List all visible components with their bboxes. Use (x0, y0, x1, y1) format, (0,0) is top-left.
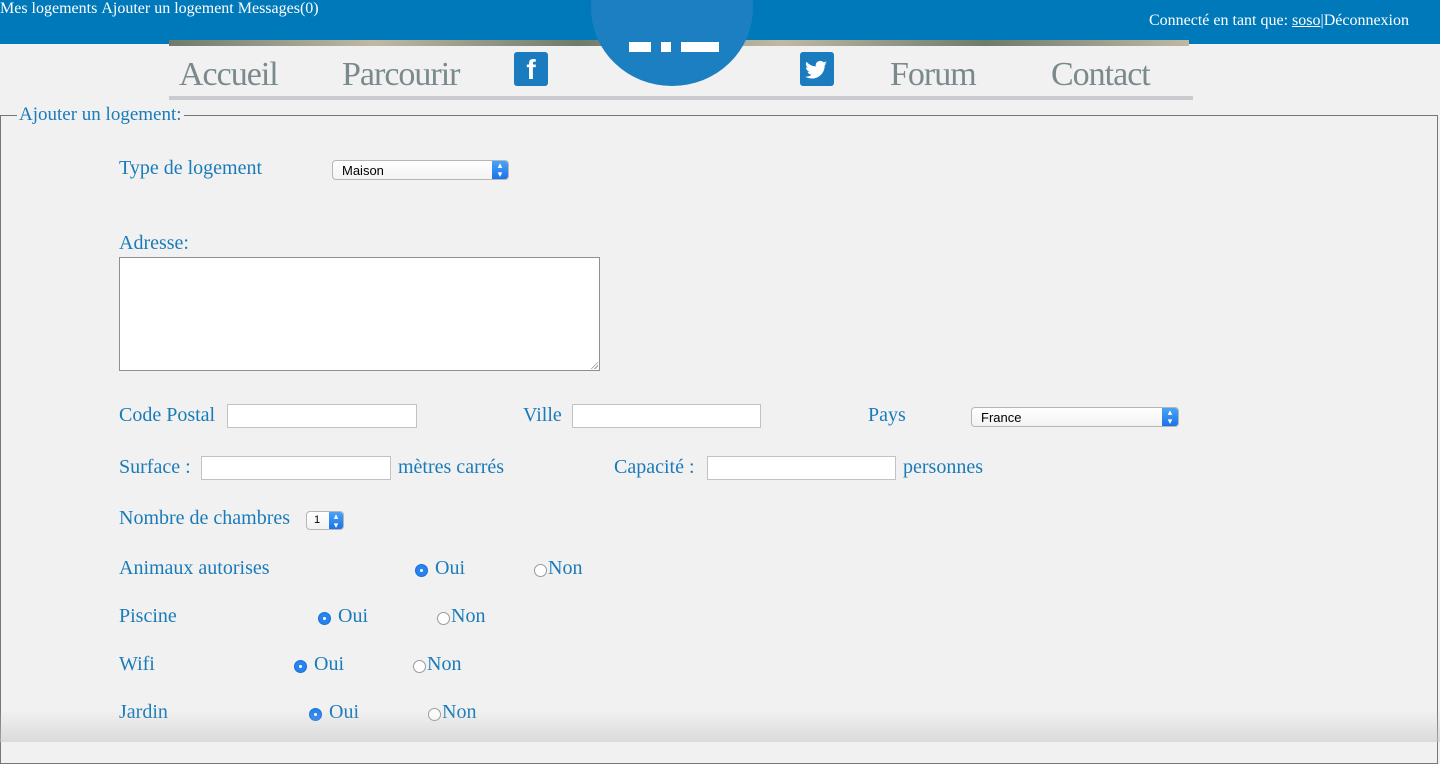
link-messages[interactable]: Messages(0) (238, 0, 319, 17)
top-links: Mes logements Ajouter un logement Messages… (0, 0, 323, 18)
animals-oui-radio[interactable] (415, 564, 428, 577)
garden-oui-radio[interactable] (309, 708, 322, 721)
wifi-oui-radio[interactable] (294, 660, 307, 673)
surface-label: Surface : (119, 456, 191, 478)
logout-link[interactable]: Déconnexion (1324, 12, 1409, 29)
animals-non-label[interactable]: Non (548, 557, 582, 580)
connected-label: Connecté en tant que: (1148, 12, 1289, 29)
main-nav: Accueil Parcourir f Forum Contact (169, 52, 1193, 100)
select-arrow-icon: ▴ ▾ (1162, 408, 1178, 426)
surface-unit: mètres carrés (398, 456, 505, 478)
postal-label: Code Postal (119, 404, 216, 426)
rooms-label: Nombre de chambres (119, 507, 291, 529)
resize-grip-icon[interactable] (590, 361, 598, 369)
animals-oui-label[interactable]: Oui (435, 557, 465, 580)
type-label: Type de logement (119, 157, 262, 179)
select-arrow-icon: ▴ ▾ (329, 512, 343, 530)
capacity-label: Capacité : (614, 456, 695, 478)
pool-label: Piscine (119, 605, 177, 627)
wifi-oui-label[interactable]: Oui (314, 653, 344, 676)
link-mes-logements[interactable]: Mes logements (0, 0, 97, 17)
select-arrow-icon: ▴ ▾ (492, 161, 508, 179)
country-select[interactable]: France ▴ ▾ (971, 407, 1179, 427)
type-select[interactable]: Maison ▴ ▾ (332, 160, 509, 180)
postal-input[interactable] (227, 404, 417, 428)
nav-underline (169, 96, 1193, 100)
link-ajouter-logement[interactable]: Ajouter un logement (101, 0, 233, 17)
address-label: Adresse: (119, 232, 189, 254)
garden-oui-label[interactable]: Oui (329, 701, 359, 724)
nav-parcourir[interactable]: Parcourir (342, 56, 461, 94)
pool-oui-label[interactable]: Oui (338, 605, 368, 628)
rooms-select[interactable]: 1 ▴ ▾ (306, 511, 344, 530)
add-housing-form: Ajouter un logement: (0, 104, 1438, 764)
city-label: Ville (523, 404, 562, 426)
nav-contact[interactable]: Contact (1051, 56, 1151, 94)
nav-forum[interactable]: Forum (890, 56, 977, 94)
wifi-non-label[interactable]: Non (427, 653, 461, 676)
capacity-input[interactable] (707, 456, 896, 480)
form-legend: Ajouter un logement: (19, 104, 182, 125)
wifi-label: Wifi (119, 653, 155, 675)
user-status: Connecté en tant que: soso|Déconnexion (1149, 12, 1409, 30)
animals-label: Animaux autorises (119, 557, 270, 579)
twitter-icon[interactable] (800, 52, 834, 86)
address-textarea[interactable] (119, 257, 600, 371)
rooms-select-value: 1 (314, 514, 321, 526)
city-input[interactable] (572, 404, 761, 428)
surface-input[interactable] (201, 456, 391, 480)
username-link[interactable]: soso (1292, 12, 1320, 29)
capacity-unit: personnes (903, 456, 983, 478)
pool-non-radio[interactable] (437, 612, 450, 625)
pool-oui-radio[interactable] (318, 612, 331, 625)
country-select-value: France (981, 410, 1022, 425)
garden-non-radio[interactable] (428, 708, 441, 721)
facebook-icon[interactable]: f (514, 52, 548, 86)
animals-non-radio[interactable] (534, 564, 547, 577)
wifi-non-radio[interactable] (413, 660, 426, 673)
pool-non-label[interactable]: Non (451, 605, 485, 628)
garden-non-label[interactable]: Non (442, 701, 476, 724)
garden-label: Jardin (119, 701, 168, 723)
nav-accueil[interactable]: Accueil (179, 56, 279, 94)
type-select-value: Maison (342, 163, 384, 178)
country-label: Pays (868, 404, 906, 426)
